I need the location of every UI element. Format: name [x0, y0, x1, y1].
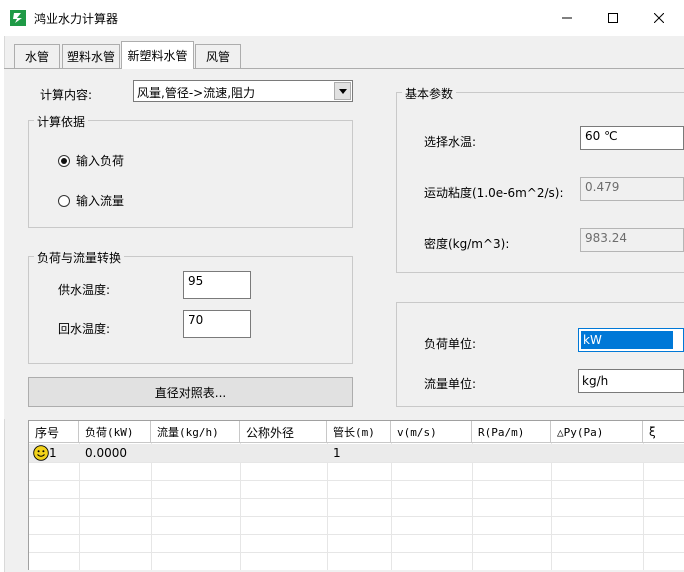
viscosity-label: 运动粘度(1.0e-6m^2/s): — [424, 186, 564, 200]
column-header[interactable]: 负荷(kW) — [79, 421, 151, 443]
radio-flow-label: 输入流量 — [76, 194, 125, 208]
app-icon — [10, 10, 26, 26]
close-button[interactable] — [636, 0, 682, 36]
radio-flow[interactable]: 输入流量 — [58, 192, 124, 209]
load-unit-label: 负荷单位: — [424, 337, 477, 351]
viscosity-field: 0.479 — [580, 177, 684, 201]
water-temp-input[interactable]: 60 ℃ — [580, 126, 684, 150]
flow-unit-label: 流量单位: — [424, 377, 477, 391]
row-load[interactable]: 0.0000 — [79, 444, 151, 462]
grid-line — [29, 552, 684, 553]
tab-label: 风管 — [205, 50, 230, 64]
tab-label: 塑料水管 — [66, 50, 115, 64]
tab-label: 水管 — [24, 50, 49, 64]
tab-label: 新塑料水管 — [127, 49, 188, 63]
grid-line — [29, 498, 684, 499]
grid-line — [29, 516, 684, 517]
minimize-button[interactable] — [544, 0, 590, 36]
grid-line — [29, 480, 684, 481]
flow-unit-select[interactable]: kg/h — [578, 369, 684, 393]
row-diameter[interactable] — [240, 444, 327, 462]
flow-unit-value: kg/h — [582, 374, 609, 388]
density-label: 密度(kg/m^3): — [424, 237, 510, 251]
return-temp-label: 回水温度: — [58, 322, 111, 336]
diameter-table-label: 直径对照表... — [154, 385, 227, 400]
calc-content-select[interactable]: 风量,管径->流速,阻力 — [133, 80, 353, 102]
tab-new-plastic-pipe[interactable]: 新塑料水管 — [121, 41, 194, 69]
column-header[interactable]: 流量(kg/h) — [151, 421, 240, 443]
column-header[interactable]: v(m/s) — [391, 421, 472, 443]
basis-group-title: 计算依据 — [34, 113, 89, 130]
radio-dot[interactable] — [58, 154, 70, 167]
column-header[interactable]: R(Pa/m) — [472, 421, 551, 443]
table-row[interactable]: 1 0.0000 1 — [29, 444, 684, 462]
radio-load-label: 输入负荷 — [76, 154, 125, 168]
column-header[interactable]: 管长(m) — [327, 421, 391, 443]
row-index: 1 — [49, 446, 57, 460]
tab-plastic-pipe[interactable]: 塑料水管 — [62, 44, 120, 68]
supply-temp-label: 供水温度: — [58, 283, 111, 297]
title-bar[interactable]: 鸿业水力计算器 — [0, 0, 684, 36]
load-unit-select[interactable]: kW — [578, 328, 684, 352]
grid-line — [29, 462, 684, 463]
load-unit-value: kW — [583, 333, 602, 347]
diameter-table-button[interactable]: 直径对照表... — [28, 377, 353, 407]
params-group-title: 基本参数 — [402, 85, 457, 102]
column-header[interactable]: 公称外径 — [240, 421, 327, 443]
basis-group — [28, 120, 353, 228]
radio-load[interactable]: 输入负荷 — [58, 152, 124, 169]
grid-line — [29, 534, 684, 535]
chevron-down-icon[interactable] — [334, 82, 351, 100]
calc-content-value: 风量,管径->流速,阻力 — [137, 86, 256, 100]
window-title: 鸿业水力计算器 — [34, 12, 119, 26]
density-field: 983.24 — [580, 228, 684, 252]
tab-water-pipe[interactable]: 水管 — [14, 44, 60, 68]
return-temp-input[interactable]: 70 — [183, 310, 251, 338]
supply-temp-input[interactable]: 95 — [183, 271, 251, 299]
column-header[interactable]: △Py(Pa) — [551, 421, 643, 443]
column-header[interactable]: ξ — [643, 421, 684, 443]
grid-header: 序号 负荷(kW) 流量(kg/h) 公称外径 管长(m) v(m/s) R(P… — [29, 421, 684, 443]
tab-air-duct[interactable]: 风管 — [195, 44, 241, 68]
radio-dot[interactable] — [58, 194, 70, 207]
row-length[interactable]: 1 — [327, 444, 391, 462]
row-flow[interactable] — [151, 444, 240, 462]
conversion-group-title: 负荷与流量转换 — [34, 249, 125, 266]
calc-content-label: 计算内容: — [40, 88, 93, 102]
water-temp-label: 选择水温: — [424, 135, 477, 149]
maximize-button[interactable] — [590, 0, 636, 36]
column-header[interactable]: 序号 — [29, 421, 79, 443]
result-grid[interactable]: 序号 负荷(kW) 流量(kg/h) 公称外径 管长(m) v(m/s) R(P… — [28, 420, 684, 570]
